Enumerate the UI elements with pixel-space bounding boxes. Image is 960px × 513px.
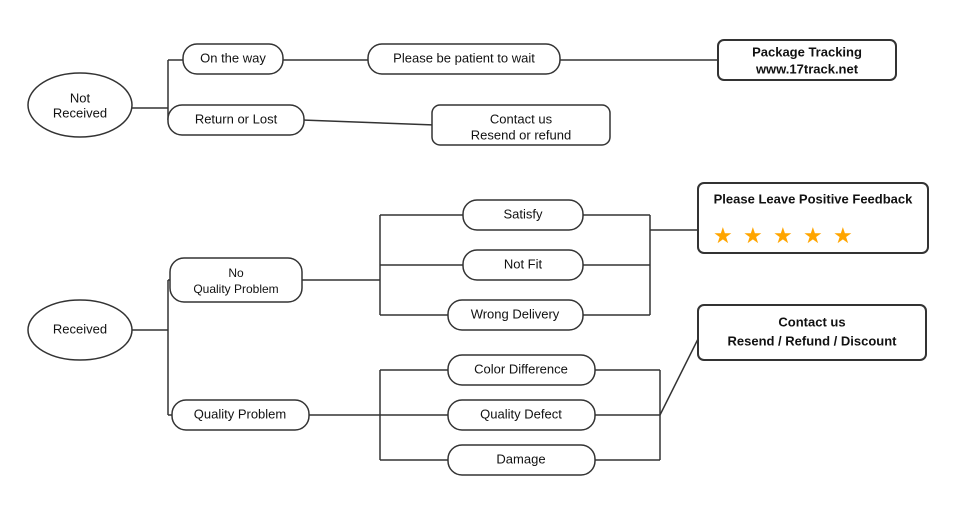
- quality-defect-label: Quality Defect: [480, 406, 562, 421]
- feedback-label: Please Leave Positive Feedback: [714, 191, 913, 206]
- not-fit-label: Not Fit: [504, 256, 543, 271]
- color-diff-label: Color Difference: [474, 361, 568, 376]
- on-the-way-label: On the way: [200, 50, 266, 65]
- no-quality-label2: Quality Problem: [193, 282, 278, 296]
- wrong-delivery-label: Wrong Delivery: [471, 306, 560, 321]
- damage-label: Damage: [496, 451, 545, 466]
- package-tracking-label1: Package Tracking: [752, 44, 862, 59]
- patient-wait-label: Please be patient to wait: [393, 50, 535, 65]
- contact-resend-label2: Resend or refund: [471, 127, 571, 142]
- quality-problem-label: Quality Problem: [194, 406, 286, 421]
- satisfy-label: Satisfy: [503, 206, 543, 221]
- contact-resend-label1: Contact us: [490, 111, 553, 126]
- package-tracking-label2: www.17track.net: [755, 61, 859, 76]
- return-lost-label: Return or Lost: [195, 111, 278, 126]
- contact-resend2-label2: Resend / Refund / Discount: [727, 333, 897, 348]
- received-label: Received: [53, 321, 107, 336]
- no-quality-label1: No: [228, 266, 244, 280]
- star-2: ★: [743, 223, 763, 248]
- star-4: ★: [803, 223, 823, 248]
- contact-resend2-label1: Contact us: [778, 314, 845, 329]
- star-3: ★: [773, 223, 793, 248]
- diagram: Not Received On the way Return or Lost P…: [0, 0, 960, 513]
- not-received-label2: Received: [53, 105, 107, 120]
- star-5: ★: [833, 223, 853, 248]
- star-1: ★: [713, 223, 733, 248]
- not-received-label: Not: [70, 90, 91, 105]
